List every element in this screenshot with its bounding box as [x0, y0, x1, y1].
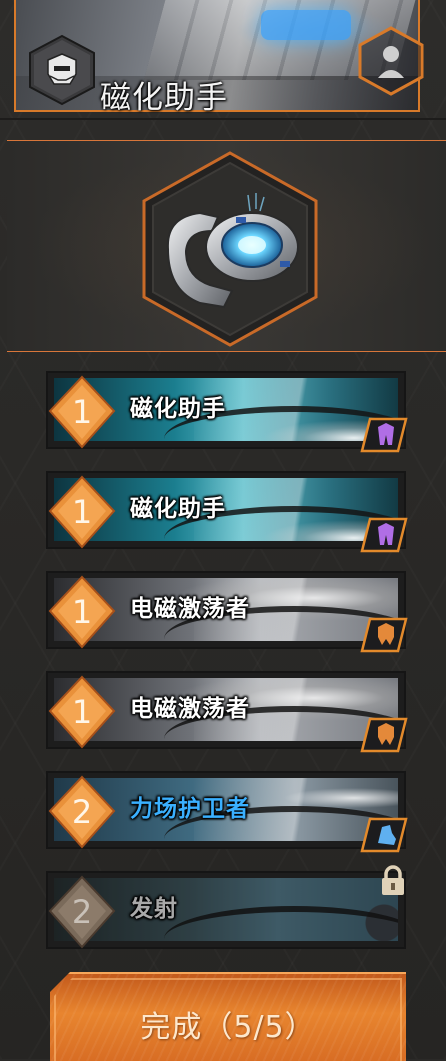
level-number: 2 [72, 893, 92, 931]
page-title: 磁化助手 [100, 80, 228, 116]
skill-name: 力场护卫者 [130, 796, 250, 822]
level-number: 1 [72, 393, 92, 431]
skill-row[interactable]: 1 电磁激荡者 [46, 671, 408, 753]
purple-mech-icon [360, 517, 408, 553]
mech-helmet-icon [29, 34, 95, 106]
level-number: 1 [72, 493, 92, 531]
skill-name: 电磁激荡者 [130, 596, 250, 622]
level-number: 1 [72, 593, 92, 631]
complete-button[interactable]: 完成（5/5） [50, 972, 406, 1061]
level-badge-icon: 1 [48, 675, 116, 749]
level-badge-icon: 1 [48, 475, 116, 549]
item-showcase [7, 140, 446, 352]
blue-armor-icon [360, 817, 408, 853]
skill-name: 磁化助手 [130, 396, 226, 422]
complete-button-label: 完成（5/5） [140, 1010, 316, 1045]
purple-mech-icon [360, 417, 408, 453]
skill-name: 发射 [130, 896, 178, 922]
skill-row-locked[interactable]: 2 发射 [46, 865, 406, 949]
skill-row[interactable]: 2 力场护卫者 [46, 771, 408, 853]
level-number: 1 [72, 693, 92, 731]
level-badge-icon: 1 [48, 575, 116, 649]
lock-icon [382, 865, 404, 895]
orange-mech-icon [360, 617, 408, 653]
skill-name: 磁化助手 [130, 496, 226, 522]
level-badge-icon: 2 [48, 875, 116, 949]
skill-row[interactable]: 1 电磁激荡者 [46, 571, 408, 653]
skill-name: 电磁激荡者 [130, 696, 250, 722]
level-badge-icon: 1 [48, 375, 116, 449]
level-number: 2 [72, 793, 92, 831]
skill-row[interactable]: 1 磁化助手 [46, 371, 408, 453]
orange-mech-icon [360, 717, 408, 753]
skill-row[interactable]: 1 磁化助手 [46, 471, 408, 553]
magnetic-gauntlet-icon [142, 151, 318, 347]
header-glow [261, 10, 351, 40]
level-badge-icon: 2 [48, 775, 116, 849]
hexagon-orb-icon [358, 26, 424, 96]
